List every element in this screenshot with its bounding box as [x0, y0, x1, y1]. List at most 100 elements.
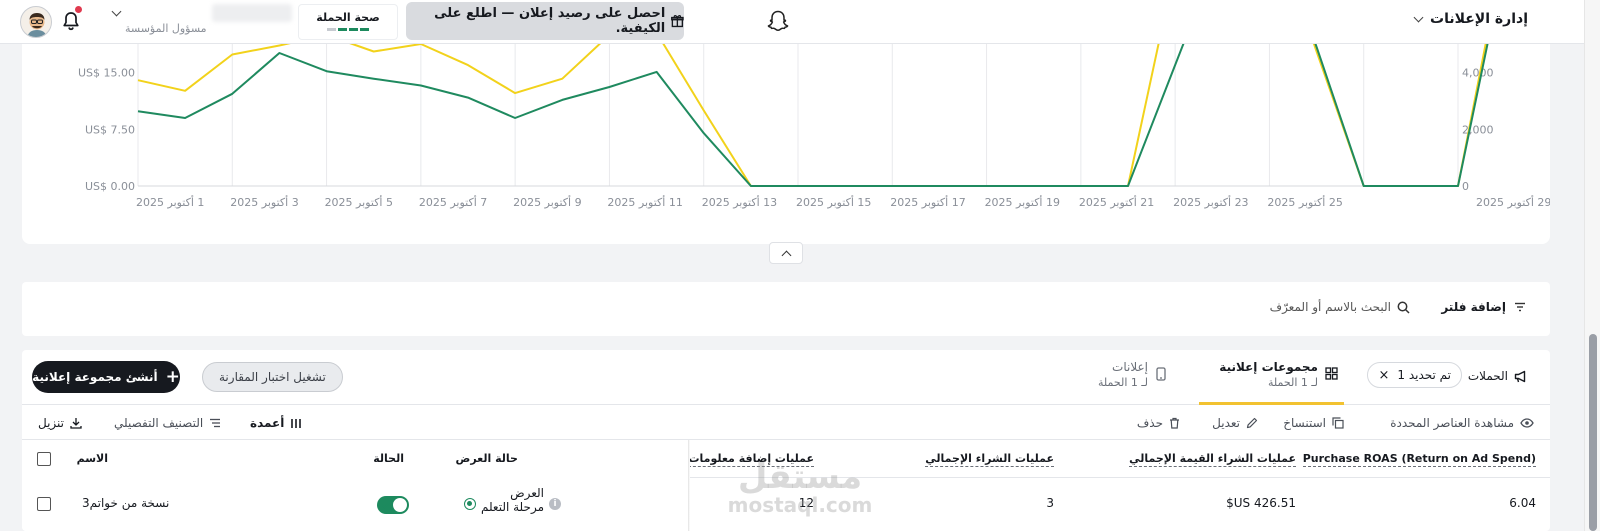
page-scrollbar[interactable] — [1584, 0, 1600, 531]
x-tick-label: 19 أكتوبر 2025 — [985, 195, 1060, 209]
x-tick-label: 15 أكتوبر 2025 — [796, 195, 871, 209]
user-avatar[interactable] — [20, 6, 52, 38]
row-checkbox[interactable] — [37, 497, 51, 511]
y-right-tick-label: 4,000 — [1462, 67, 1494, 80]
clear-selection-close-icon[interactable]: × — [1378, 368, 1389, 383]
tab-adsets[interactable]: مجموعات إعلانية لـ 1 الحملة — [1199, 350, 1344, 405]
trash-icon — [1170, 417, 1179, 429]
x-tick-label: 9 أكتوبر 2025 — [513, 195, 581, 209]
purchases-cell: 3 — [1046, 496, 1054, 510]
delivery-info-icon[interactable]: i — [549, 498, 561, 510]
columns-button[interactable]: أعمدة — [250, 416, 302, 430]
download-label: تنزيل — [38, 416, 65, 430]
tab-ads-sub: لـ 1 الحملة — [1098, 376, 1148, 389]
search-placeholder: البحث بالاسم أو المعرّف — [1269, 300, 1391, 314]
add-filter-label: إضافة فلتر — [1441, 300, 1506, 314]
health-bar-segment — [360, 28, 369, 31]
account-name-redacted — [212, 4, 292, 22]
x-tick-label: 3 أكتوبر 2025 — [230, 195, 298, 209]
health-bar-segment — [349, 28, 358, 31]
notification-bell-icon[interactable] — [61, 10, 81, 32]
col-name-header[interactable]: الاسم — [77, 452, 108, 465]
toggle-knob — [393, 498, 407, 512]
adset-name-cell[interactable]: نسخة من خواتم3 — [82, 496, 169, 510]
select-all-checkbox[interactable] — [37, 452, 51, 466]
x-tick-label: 5 أكتوبر 2025 — [325, 195, 393, 209]
gift-icon — [671, 15, 684, 28]
grid-icon — [1325, 367, 1338, 380]
status-toggle[interactable] — [377, 496, 409, 514]
collapse-chart-button[interactable] — [769, 242, 803, 264]
add-filter-button[interactable]: إضافة فلتر — [1441, 300, 1526, 314]
delete-button[interactable]: حذف — [1137, 416, 1180, 430]
duplicate-label: استنساخ — [1283, 416, 1326, 430]
chevron-down-icon — [1413, 12, 1424, 22]
roas-cell: 6.04 — [1509, 496, 1536, 510]
view-selected-button[interactable]: مشاهدة العناصر المحددة — [1390, 416, 1534, 430]
selected-campaigns-chip[interactable]: تم تحديد 1 × — [1367, 362, 1462, 388]
col-purchases-header[interactable]: عمليات الشراء الإجمالي — [925, 452, 1054, 467]
x-tick-label: 11 أكتوبر 2025 — [607, 195, 682, 209]
download-icon — [70, 418, 82, 429]
y-left-tick-label: US$ 7.50 — [85, 123, 135, 136]
level-tabs-row: الحملات تم تحديد 1 × مجموعات إعلانية لـ … — [22, 350, 1550, 405]
col-roas-header[interactable]: Purchase ROAS (Return on Ad Spend) — [1302, 452, 1536, 467]
chip-label: تم تحديد 1 — [1397, 368, 1451, 382]
col-delivery-header[interactable]: حالة العرض — [456, 452, 518, 465]
watermark: مستقل mostaql.com — [725, 460, 875, 516]
snapchat-ghost-icon[interactable] — [765, 9, 791, 35]
frozen-row-panel: i العرض مرحلة التعلم نسخة من خواتم3 — [22, 478, 690, 531]
create-adset-button[interactable]: + أنشئ مجموعة إعلانية — [32, 361, 180, 393]
health-bar-segment — [327, 28, 336, 31]
y-right-tick-label: 0 — [1462, 180, 1469, 193]
tab-adsets-sub: لـ 1 الحملة — [1268, 376, 1318, 389]
download-button[interactable]: تنزيل — [38, 416, 82, 430]
table-toolbar: مشاهدة العناصر المحددة استنساخ تعديل حذف… — [22, 405, 1550, 440]
delivery-active-indicator — [464, 498, 476, 510]
filter-icon — [1515, 302, 1525, 312]
x-tick-label: 25 أكتوبر 2025 — [1267, 195, 1342, 209]
avatar-illustration — [27, 13, 47, 37]
megaphone-icon — [1514, 370, 1526, 382]
duplicate-button[interactable]: استنساخ — [1283, 416, 1344, 430]
breakdown-label: التصنيف التفصيلي — [114, 416, 204, 430]
account-switcher-chevron-icon[interactable] — [111, 6, 122, 17]
campaign-health-bars — [299, 28, 397, 31]
plus-icon: + — [165, 367, 180, 387]
ads-manager-menu[interactable]: إدارة الإعلانات — [1413, 11, 1528, 27]
x-tick-label: 7 أكتوبر 2025 — [419, 195, 487, 209]
tab-campaigns[interactable]: الحملات — [1468, 369, 1528, 383]
breakdown-button[interactable]: التصنيف التفصيلي — [114, 416, 221, 430]
watermark-arabic: مستقل — [737, 457, 863, 497]
watermark-latin: mostaql.com — [727, 493, 873, 517]
ad-credit-promo-button[interactable]: احصل على رصيد إعلان — اطلع على الكيفية. — [406, 2, 684, 40]
eye-icon — [1520, 418, 1534, 428]
account-role: مسؤول المؤسسة — [125, 22, 207, 35]
tab-campaigns-label: الحملات — [1467, 369, 1508, 383]
search-input[interactable]: البحث بالاسم أو المعرّف — [1270, 300, 1410, 314]
x-tick-label: 21 أكتوبر 2025 — [1079, 195, 1154, 209]
duplicate-icon — [1332, 417, 1344, 429]
delivery-status-cell: العرض مرحلة التعلم — [481, 486, 544, 514]
chevron-up-icon — [781, 250, 791, 260]
campaign-health-label: صحة الحملة — [316, 11, 380, 24]
y-left-tick-label: US$ 0.00 — [85, 180, 135, 193]
columns-label: أعمدة — [250, 416, 285, 430]
x-tick-label: 29 أكتوبر 2025 — [1476, 195, 1550, 209]
delete-label: حذف — [1136, 416, 1163, 430]
search-icon — [1397, 301, 1410, 314]
x-tick-label: 17 أكتوبر 2025 — [890, 195, 965, 209]
notification-badge — [75, 6, 82, 13]
col-status-header[interactable]: الحالة — [373, 452, 404, 465]
frozen-columns-shadow — [688, 440, 690, 531]
campaign-health-indicator[interactable]: صحة الحملة — [298, 4, 398, 40]
breakdown-icon — [210, 418, 221, 428]
delivery-main-text: العرض — [510, 486, 544, 500]
edit-button[interactable]: تعديل — [1212, 416, 1258, 430]
col-purchase-value-header[interactable]: عمليات الشراء القيمة الإجمالي — [1129, 452, 1296, 467]
run-ab-test-button[interactable]: تشغيل اختبار المقارنة — [202, 362, 343, 392]
y-right-tick-label: 2,000 — [1462, 123, 1494, 136]
tab-ads[interactable]: إعلانات لـ 1 الحملة — [1062, 350, 1172, 405]
delivery-sub-text: مرحلة التعلم — [480, 500, 544, 514]
scrollbar-thumb[interactable] — [1589, 334, 1597, 531]
